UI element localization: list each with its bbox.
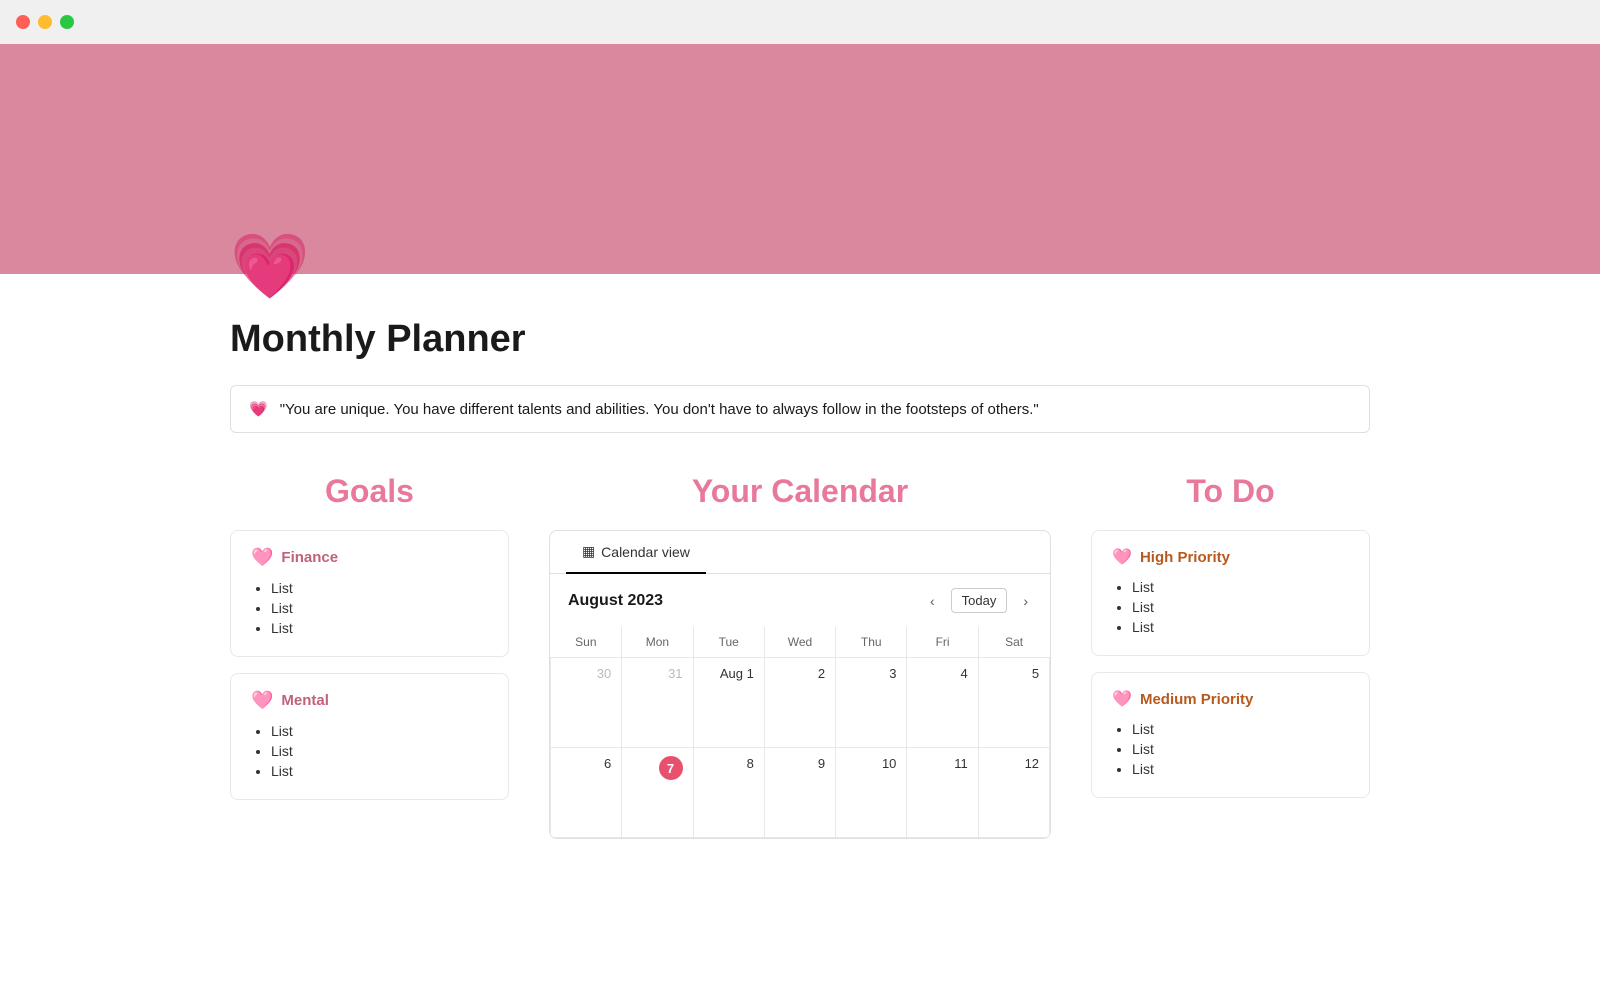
today-day-number: 7 (659, 756, 683, 780)
page-content: 💗 Monthly Planner 💗 "You are unique. You… (150, 234, 1450, 839)
finance-card-header: 🩷 Finance (251, 547, 488, 568)
day-number: Aug 1 (720, 666, 754, 681)
day-number: 8 (747, 756, 754, 771)
weekday-thu: Thu (836, 627, 907, 658)
quote-icon: 💗 (249, 400, 268, 418)
day-number: 12 (1025, 756, 1039, 771)
medium-priority-icon: 🩷 (1112, 689, 1132, 709)
page-title: Monthly Planner (230, 318, 1370, 361)
medium-priority-title: Medium Priority (1140, 691, 1253, 708)
close-button[interactable] (16, 15, 30, 29)
list-item: List (1132, 579, 1349, 595)
list-item: List (1132, 761, 1349, 777)
weekday-tue: Tue (693, 627, 764, 658)
calendar-day[interactable]: 31 (622, 658, 693, 748)
weekday-fri: Fri (907, 627, 978, 658)
weekday-sun: Sun (550, 627, 621, 658)
list-item: List (1132, 741, 1349, 757)
medium-priority-list: List List List (1112, 721, 1349, 777)
day-number: 5 (1032, 666, 1039, 681)
calendar-day[interactable]: 2 (764, 658, 835, 748)
list-item: List (271, 600, 488, 616)
finance-title: Finance (281, 549, 338, 566)
day-number: 4 (960, 666, 967, 681)
high-priority-header: 🩷 High Priority (1112, 547, 1349, 567)
calendar-header: August 2023 ‹ Today › (550, 574, 1050, 627)
finance-card: 🩷 Finance List List List (230, 530, 509, 657)
calendar-grid: Sun Mon Tue Wed Thu Fri Sat (550, 627, 1050, 838)
calendar-nav: ‹ Today › (926, 588, 1032, 613)
calendar-week-row: 6 7 8 9 10 (550, 748, 1049, 838)
weekday-wed: Wed (764, 627, 835, 658)
goals-column: Goals 🩷 Finance List List List 🩷 Mental (230, 473, 509, 816)
high-priority-title: High Priority (1140, 549, 1230, 566)
day-number: 30 (597, 666, 611, 681)
day-number: 9 (818, 756, 825, 771)
high-priority-list: List List List (1112, 579, 1349, 635)
list-item: List (271, 723, 488, 739)
calendar-weekday-row: Sun Mon Tue Wed Thu Fri Sat (550, 627, 1049, 658)
calendar-day[interactable]: 5 (978, 658, 1049, 748)
day-number: 11 (954, 756, 968, 771)
mental-icon: 🩷 (251, 690, 273, 711)
high-priority-card: 🩷 High Priority List List List (1091, 530, 1370, 656)
prev-month-button[interactable]: ‹ (926, 589, 939, 613)
weekday-sat: Sat (978, 627, 1049, 658)
calendar-month: August 2023 (568, 592, 663, 610)
day-number: 2 (818, 666, 825, 681)
minimize-button[interactable] (38, 15, 52, 29)
day-number: 10 (882, 756, 896, 771)
mental-card-header: 🩷 Mental (251, 690, 488, 711)
calendar-day[interactable]: 11 (907, 748, 978, 838)
calendar-container: ▦ Calendar view August 2023 ‹ Today › (549, 530, 1051, 839)
finance-list: List List List (251, 580, 488, 636)
list-item: List (271, 743, 488, 759)
list-item: List (1132, 619, 1349, 635)
page-icon: 💗 (230, 234, 1370, 298)
calendar-tabs: ▦ Calendar view (550, 531, 1050, 574)
calendar-section-title: Your Calendar (549, 473, 1051, 510)
today-button[interactable]: Today (951, 588, 1008, 613)
mental-list: List List List (251, 723, 488, 779)
calendar-day[interactable]: 3 (836, 658, 907, 748)
mental-title: Mental (281, 692, 329, 709)
calendar-day[interactable]: Aug 1 (693, 658, 764, 748)
list-item: List (271, 580, 488, 596)
calendar-tab-label: Calendar view (601, 544, 690, 560)
list-item: List (271, 763, 488, 779)
calendar-tab-icon: ▦ (582, 543, 595, 560)
calendar-day[interactable]: 8 (693, 748, 764, 838)
day-number: 3 (889, 666, 896, 681)
calendar-column: Your Calendar ▦ Calendar view August 202… (549, 473, 1051, 839)
calendar-day[interactable]: 30 (550, 658, 621, 748)
day-number: 31 (668, 666, 682, 681)
goals-section-title: Goals (230, 473, 509, 510)
calendar-day[interactable]: 12 (978, 748, 1049, 838)
maximize-button[interactable] (60, 15, 74, 29)
calendar-day[interactable]: 10 (836, 748, 907, 838)
calendar-view-tab[interactable]: ▦ Calendar view (566, 531, 706, 574)
day-number: 6 (604, 756, 611, 771)
titlebar (0, 0, 1600, 44)
todo-column: To Do 🩷 High Priority List List List 🩷 M… (1091, 473, 1370, 814)
todo-section-title: To Do (1091, 473, 1370, 510)
list-item: List (1132, 721, 1349, 737)
calendar-week-row: 30 31 Aug 1 2 3 (550, 658, 1049, 748)
calendar-day-today[interactable]: 7 (622, 748, 693, 838)
list-item: List (1132, 599, 1349, 615)
medium-priority-header: 🩷 Medium Priority (1112, 689, 1349, 709)
high-priority-icon: 🩷 (1112, 547, 1132, 567)
finance-icon: 🩷 (251, 547, 273, 568)
calendar-day[interactable]: 4 (907, 658, 978, 748)
medium-priority-card: 🩷 Medium Priority List List List (1091, 672, 1370, 798)
next-month-button[interactable]: › (1019, 589, 1032, 613)
calendar-day[interactable]: 6 (550, 748, 621, 838)
main-columns: Goals 🩷 Finance List List List 🩷 Mental (230, 473, 1370, 839)
quote-text: "You are unique. You have different tale… (280, 401, 1039, 418)
mental-card: 🩷 Mental List List List (230, 673, 509, 800)
list-item: List (271, 620, 488, 636)
quote-block: 💗 "You are unique. You have different ta… (230, 385, 1370, 433)
weekday-mon: Mon (622, 627, 693, 658)
calendar-day[interactable]: 9 (764, 748, 835, 838)
